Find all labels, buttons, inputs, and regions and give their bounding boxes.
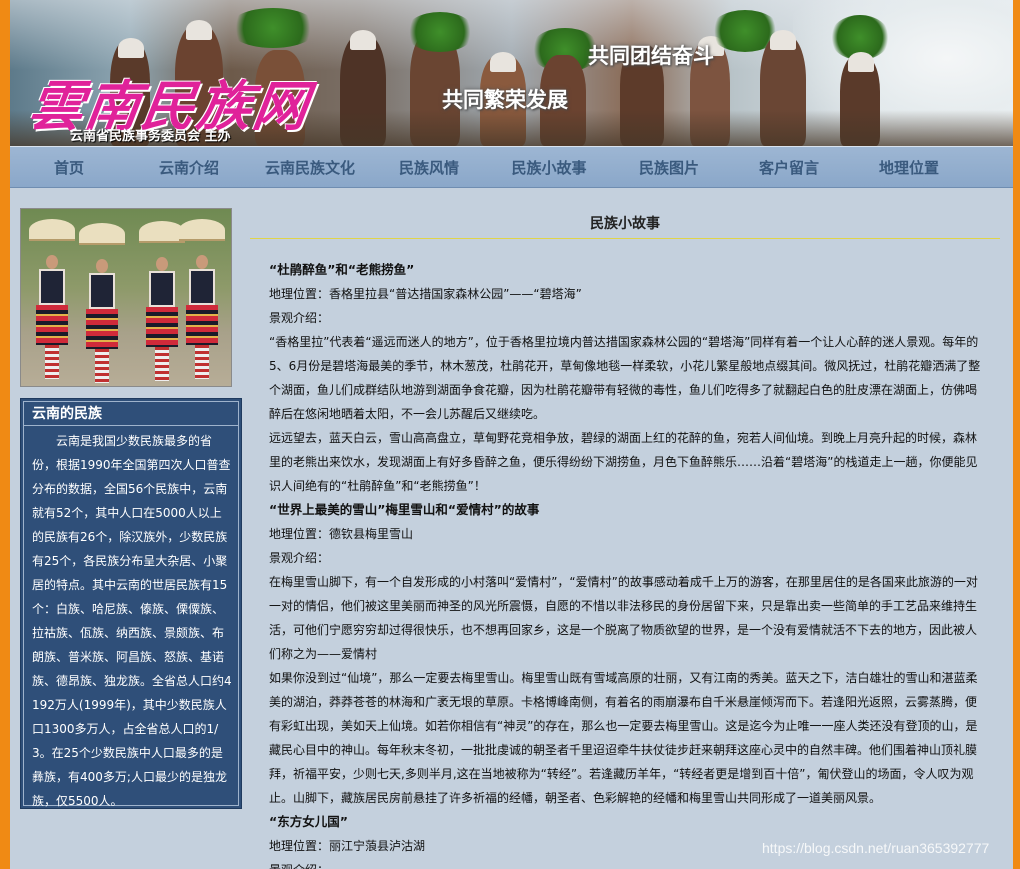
story-paragraph: 在梅里雪山脚下，有一个自发形成的小村落叫“爱情村”，“爱情村”的故事感动着成千上… xyxy=(269,575,978,661)
banner-leaves xyxy=(228,8,318,48)
watermark-url: https://blog.csdn.net/ruan365392777 xyxy=(762,840,990,856)
main-nav: 首页 云南介绍 云南民族文化 民族风情 民族小故事 民族图片 客户留言 地理位置 xyxy=(10,146,1013,188)
banner-headdress xyxy=(770,30,796,50)
title-divider xyxy=(250,238,1000,239)
banner-headdress xyxy=(186,20,212,40)
page: 雲南民族网 云南省民族事务委员会 主办 共同团结奋斗 共同繁荣发展 首页 云南介… xyxy=(10,0,1013,869)
sidebar-photo xyxy=(20,208,232,387)
nav-ethnic-photos[interactable]: 民族图片 xyxy=(610,147,728,189)
story-intro-label: 景观介绍： xyxy=(269,311,330,325)
story-location: 地理位置：德钦县梅里雪山 xyxy=(269,527,414,541)
ethnic-info-text: 云南是我国少数民族最多的省份，根据1990年全国第四次人口普查分布的数据，全国5… xyxy=(32,434,232,808)
story-heading: “杜鹃醉鱼”和“老熊捞鱼” xyxy=(269,262,415,277)
story-intro-label: 景观介绍： xyxy=(269,858,981,869)
story-heading: “东方女儿国” xyxy=(269,814,348,829)
banner-headdress xyxy=(848,52,874,72)
umbrella-icon xyxy=(29,219,75,241)
header-banner: 雲南民族网 云南省民族事务委员会 主办 共同团结奋斗 共同繁荣发展 xyxy=(10,0,1013,146)
nav-ethnic-customs[interactable]: 民族风情 xyxy=(370,147,488,189)
photo-girl xyxy=(29,219,75,379)
photo-girl xyxy=(179,219,225,379)
nav-ethnic-culture[interactable]: 云南民族文化 xyxy=(250,147,370,189)
story-intro-label: 景观介绍： xyxy=(269,551,330,565)
nav-location[interactable]: 地理位置 xyxy=(850,147,968,189)
umbrella-icon xyxy=(179,219,225,241)
story-paragraph: “香格里拉”代表着“遥远而迷人的地方”，位于香格里拉境内普达措国家森林公园的“碧… xyxy=(269,335,981,421)
nav-home[interactable]: 首页 xyxy=(10,147,128,189)
photo-girl xyxy=(79,223,125,383)
nav-ethnic-stories[interactable]: 民族小故事 xyxy=(490,147,608,189)
story-article: “杜鹃醉鱼”和“老熊捞鱼” 地理位置：香格里拉县“普达措国家森林公园”——“碧塔… xyxy=(269,258,981,869)
page-title: 民族小故事 xyxy=(590,216,660,232)
slogan-unity: 共同团结奋斗 xyxy=(588,44,714,68)
sponsor-text: 云南省民族事务委员会 主办 xyxy=(70,129,231,144)
banner-headdress xyxy=(490,52,516,72)
nav-yunnan-intro[interactable]: 云南介绍 xyxy=(130,147,248,189)
photo-girl xyxy=(139,221,185,381)
story-paragraph: 如果你没到过“仙境”，那么一定要去梅里雪山。梅里雪山既有雪域高原的壮丽，又有江南… xyxy=(269,671,978,805)
banner-headdress xyxy=(350,30,376,50)
story-paragraph: 远远望去，蓝天白云，雪山高高盘立，草甸野花竞相争放，碧绿的湖面上红的花醉的鱼，宛… xyxy=(269,431,978,493)
story-heading: “世界上最美的雪山”梅里雪山和“爱情村”的故事 xyxy=(269,502,540,517)
banner-headdress xyxy=(118,38,144,58)
umbrella-icon xyxy=(79,223,125,245)
story-location: 地理位置：香格里拉县“普达措国家森林公园”——“碧塔海” xyxy=(269,287,582,301)
ethnic-info-title: 云南的民族 xyxy=(24,402,238,426)
banner-leaves xyxy=(405,12,475,52)
nav-guestbook[interactable]: 客户留言 xyxy=(730,147,848,189)
ethnic-info-box: 云南的民族 云南是我国少数民族最多的省份，根据1990年全国第四次人口普查分布的… xyxy=(20,398,242,809)
slogan-prosperity: 共同繁荣发展 xyxy=(442,88,568,112)
